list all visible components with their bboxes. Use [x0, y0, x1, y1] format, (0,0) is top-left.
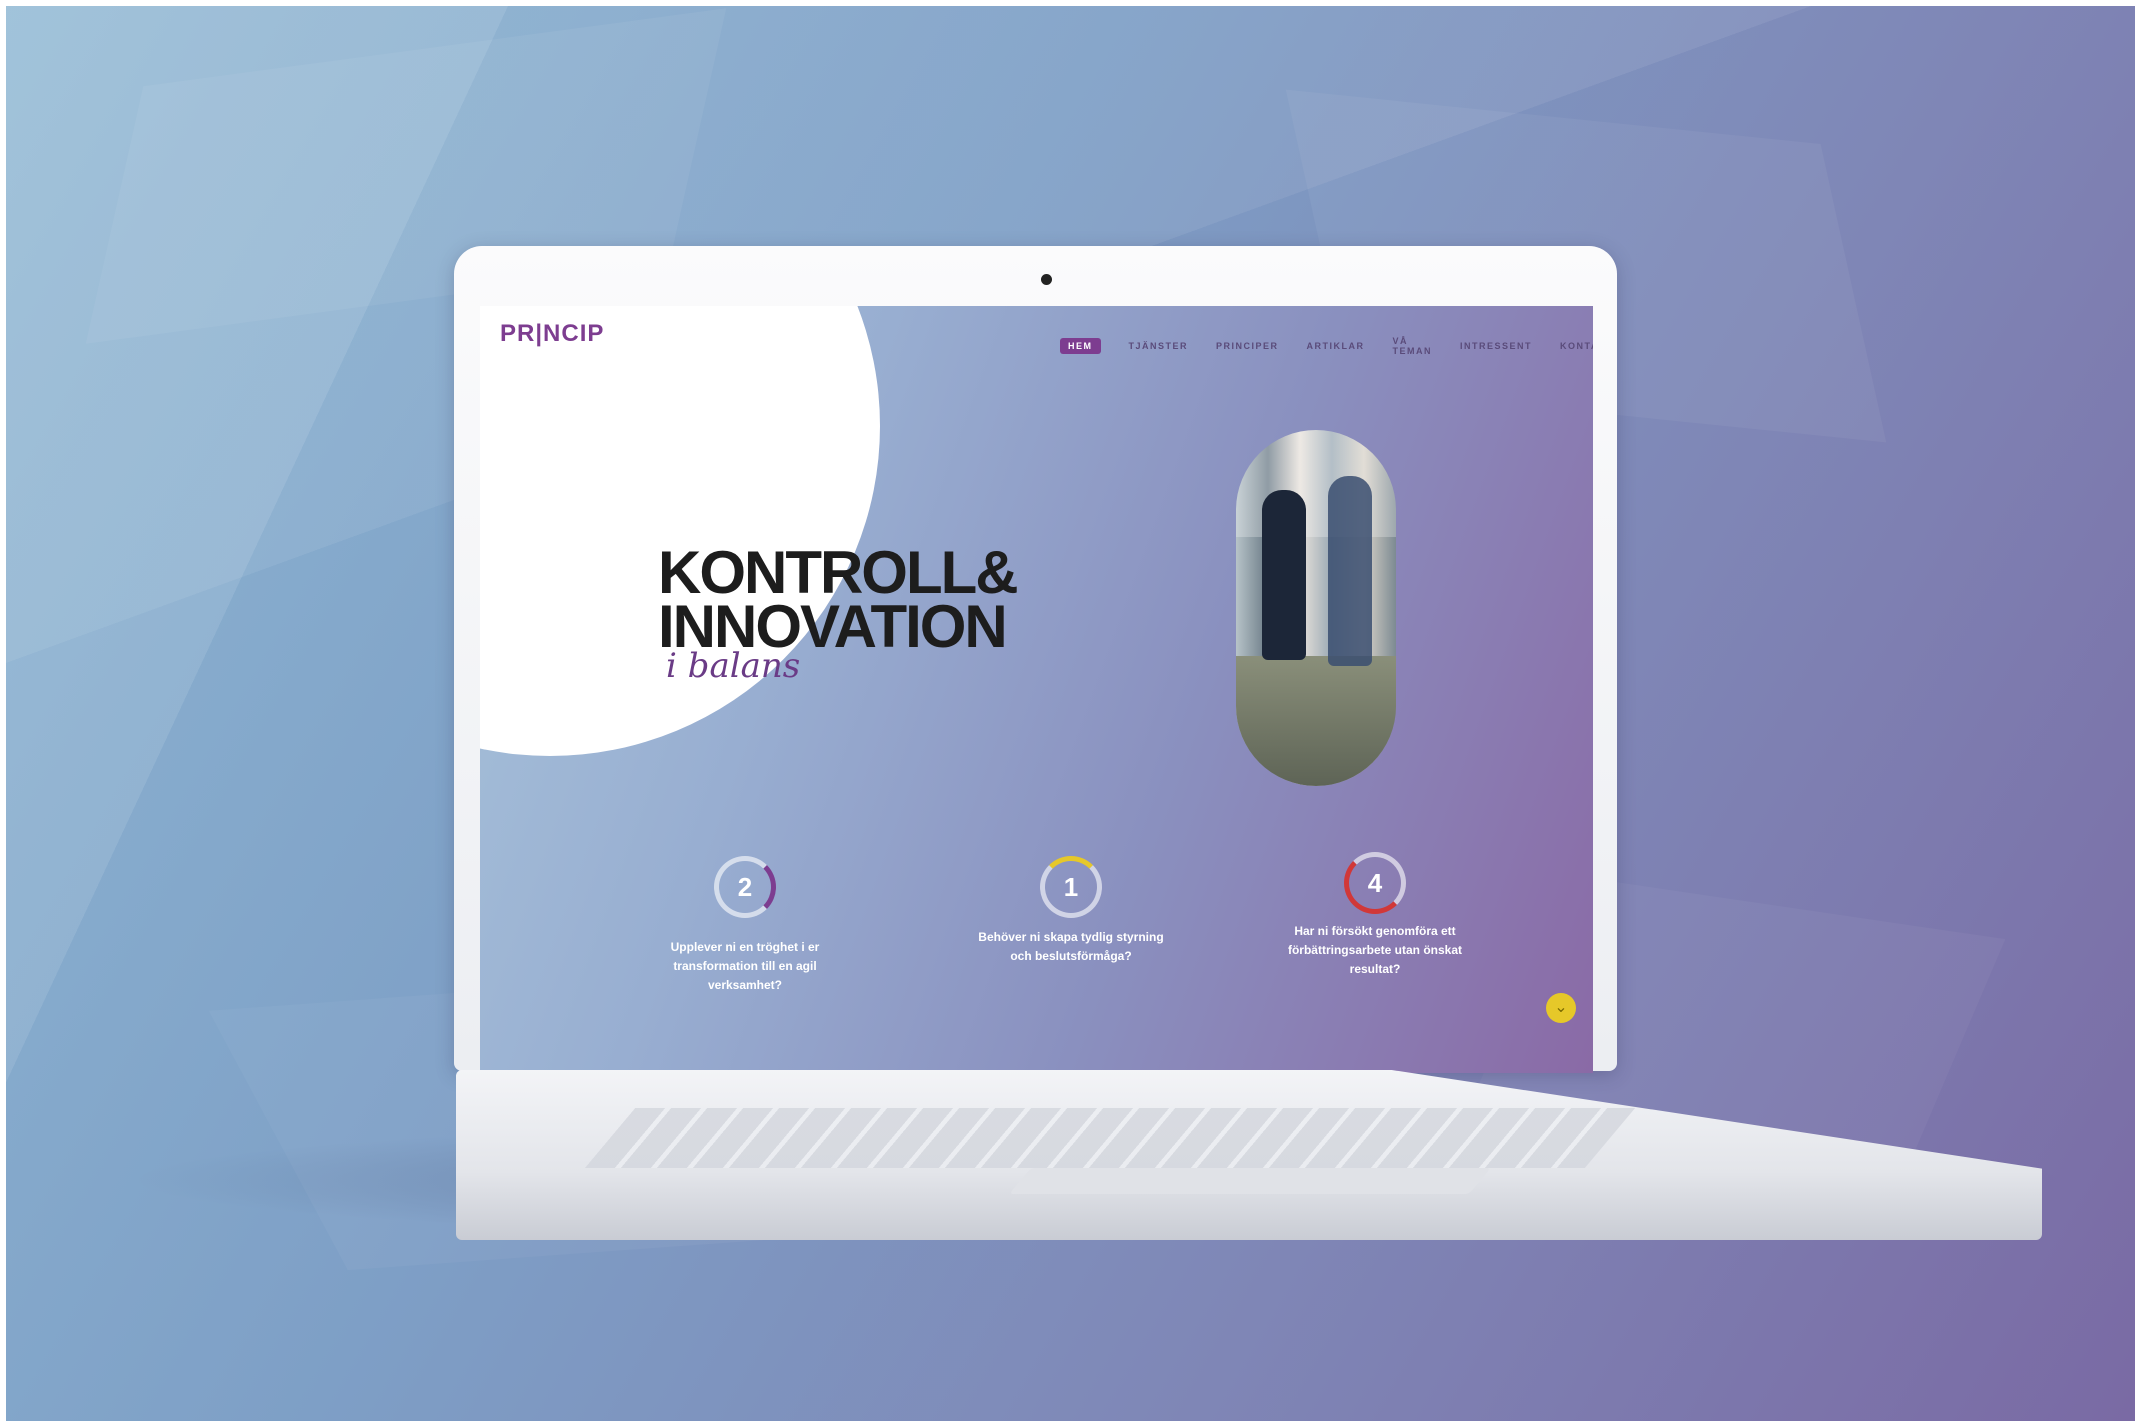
- site-logo[interactable]: PR|NCIP: [500, 320, 604, 348]
- hero-subtitle: i balans: [666, 646, 801, 686]
- keyboard: [584, 1108, 1636, 1168]
- card-number-badge[interactable]: 1: [1040, 856, 1102, 918]
- nav-item-contact[interactable]: KONTAKT: [1560, 341, 1593, 351]
- trackpad: [1009, 1168, 1491, 1194]
- photo-person: [1328, 476, 1372, 666]
- photo-floor: [1236, 656, 1396, 786]
- hero-title: KONTROLL& INNOVATION: [658, 539, 1019, 657]
- nav-item-themes[interactable]: VÅ TEMAN: [1393, 336, 1432, 356]
- card-text[interactable]: Behöver ni skapa tydlig styrning och bes…: [971, 928, 1171, 966]
- scroll-down-button[interactable]: ⌄: [1546, 993, 1576, 1023]
- card-number-badge[interactable]: 2: [714, 856, 776, 918]
- nav-item-principles[interactable]: PRINCIPER: [1216, 341, 1279, 351]
- hero-circle: [480, 306, 880, 756]
- card-text[interactable]: Upplever ni en tröghet i er transformati…: [645, 938, 845, 995]
- card-text[interactable]: Har ni försökt genomföra ett förbättring…: [1275, 922, 1475, 979]
- hero-title-line1: KONTROLL&: [658, 539, 1019, 606]
- main-nav: HEM TJÄNSTER PRINCIPER ARTIKLAR VÅ TEMAN…: [1060, 336, 1593, 356]
- nav-item-interested[interactable]: INTRESSENT: [1460, 341, 1532, 351]
- card-number-badge[interactable]: 4: [1344, 852, 1406, 914]
- nav-item-articles[interactable]: ARTIKLAR: [1307, 341, 1365, 351]
- webcam: [1041, 274, 1052, 285]
- laptop-screen: PR|NCIP HEM TJÄNSTER PRINCIPER ARTIKLAR …: [480, 306, 1593, 1073]
- photo-person: [1262, 490, 1306, 660]
- nav-item-services[interactable]: TJÄNSTER: [1129, 341, 1189, 351]
- hero-photo: [1236, 430, 1396, 786]
- nav-item-home[interactable]: HEM: [1060, 338, 1101, 354]
